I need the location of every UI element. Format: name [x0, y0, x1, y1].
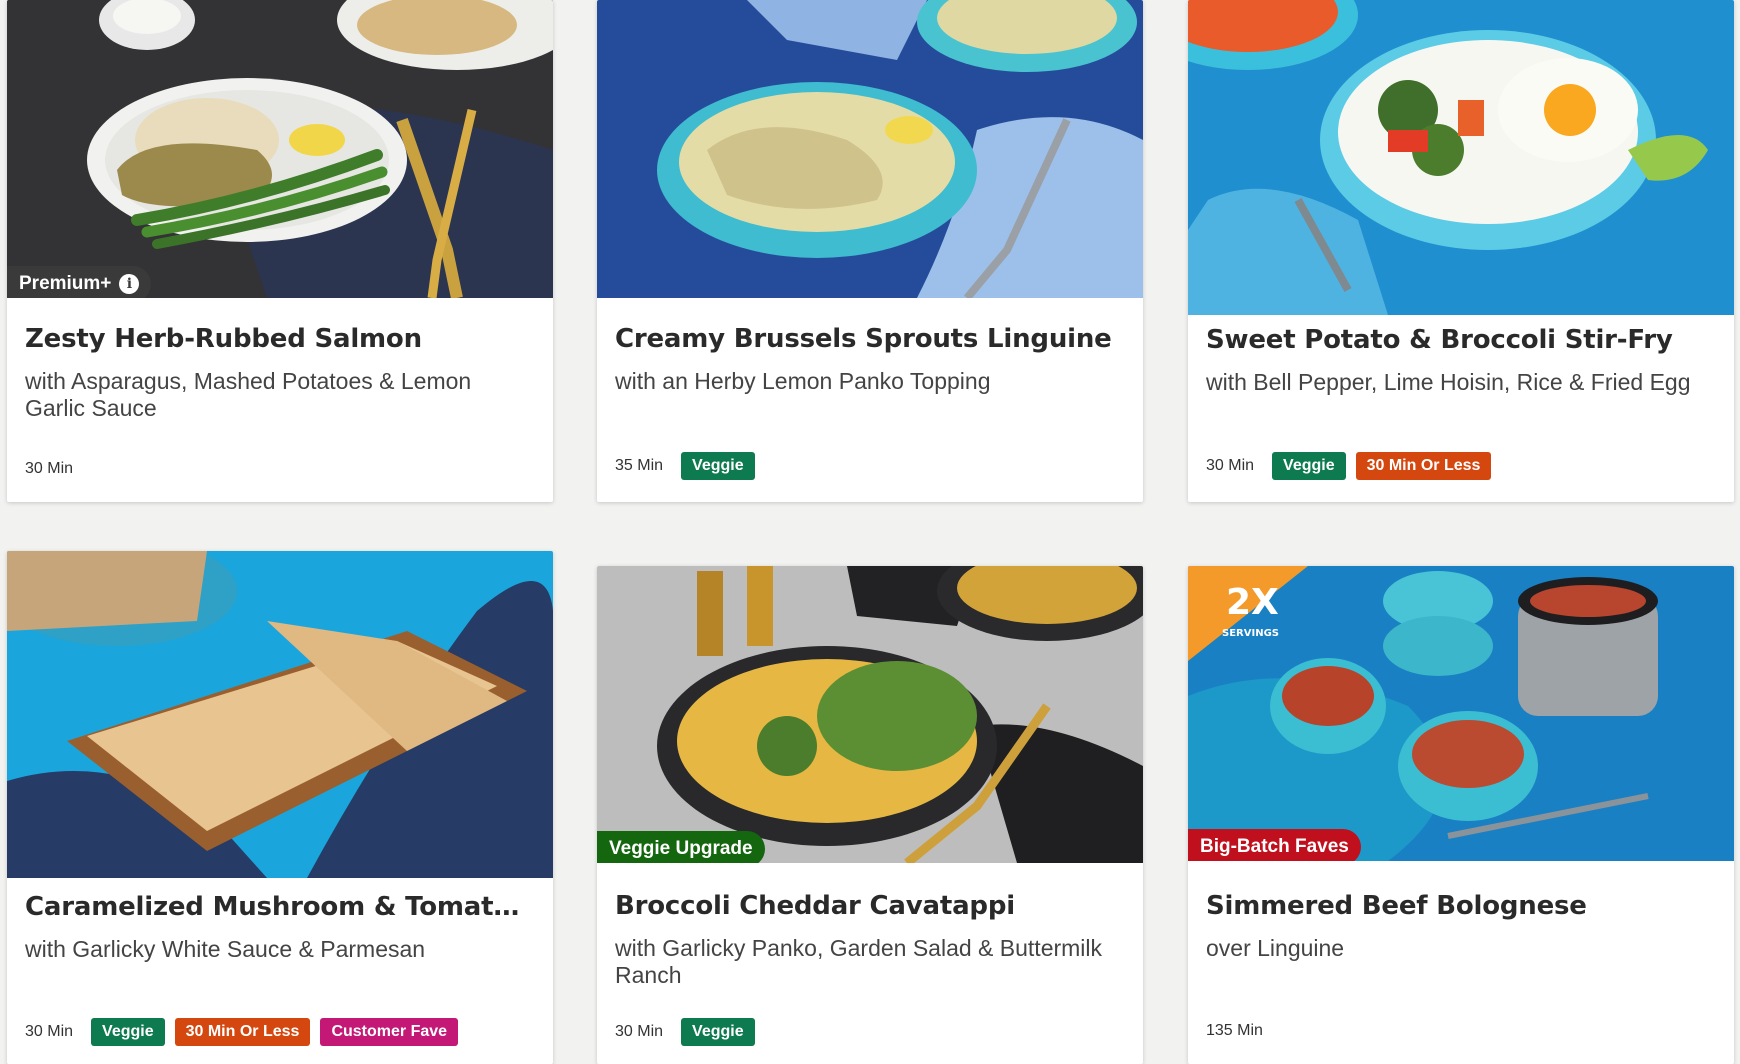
recipe-image[interactable] [597, 0, 1143, 298]
customer-fave-tag: Customer Fave [320, 1018, 459, 1046]
recipe-image[interactable] [1188, 0, 1734, 315]
recipe-details: Zesty Herb-Rubbed Salmon with Asparagus,… [7, 298, 553, 422]
recipe-card[interactable]: Sweet Potato & Broccoli Stir-Fry with Be… [1188, 0, 1734, 502]
recipe-details: Creamy Brussels Sprouts Linguine with an… [597, 298, 1143, 395]
recipe-title[interactable]: Broccoli Cheddar Cavatappi [615, 891, 1125, 921]
cook-time: 30 Min [25, 1023, 74, 1040]
big-batch-badge: Big-Batch Faves [1188, 829, 1361, 861]
recipe-meta: 30 Min [25, 460, 73, 478]
recipe-meta: 30 Min Veggie 30 Min Or Less Customer Fa… [25, 1018, 459, 1046]
quick-tag: 30 Min Or Less [174, 1018, 311, 1046]
recipe-subtitle: over Linguine [1206, 935, 1345, 961]
recipe-meta: 35 Min Veggie [615, 452, 755, 480]
recipe-card[interactable]: Creamy Brussels Sprouts Linguine with an… [597, 0, 1143, 502]
recipe-title[interactable]: Caramelized Mushroom & Tomato Fla... [25, 892, 535, 922]
recipe-title[interactable]: Creamy Brussels Sprouts Linguine [615, 324, 1125, 354]
recipe-image[interactable]: Premium+ i [7, 0, 553, 298]
recipe-image[interactable]: 2X SERVINGS Big-Batch Faves [1188, 566, 1734, 861]
recipe-subtitle: with Bell Pepper, Lime Hoisin, Rice & Fr… [1206, 369, 1691, 395]
recipe-details: Broccoli Cheddar Cavatappi with Garlicky… [597, 863, 1143, 989]
premium-badge-label: Premium+ [19, 273, 112, 294]
cook-time: 135 Min [1206, 1022, 1263, 1039]
recipe-subtitle: with Garlicky White Sauce & Parmesan [25, 936, 426, 962]
veggie-upgrade-badge: Veggie Upgrade [597, 831, 765, 863]
recipe-card[interactable]: Caramelized Mushroom & Tomato Fla... wit… [7, 551, 553, 1064]
recipe-meta: 30 Min Veggie [615, 1018, 755, 1046]
info-icon[interactable]: i [119, 274, 140, 294]
recipe-details: Simmered Beef Bolognese over Linguine [1188, 861, 1734, 962]
recipe-image[interactable]: Veggie Upgrade [597, 566, 1143, 863]
cook-time: 35 Min [615, 457, 664, 474]
cook-time: 30 Min [615, 1023, 664, 1040]
recipe-title[interactable]: Sweet Potato & Broccoli Stir-Fry [1206, 325, 1716, 355]
recipe-details: Sweet Potato & Broccoli Stir-Fry with Be… [1188, 315, 1734, 396]
recipe-grid: Premium+ i Zesty Herb-Rubbed Salmon with… [0, 0, 1740, 1064]
veggie-tag: Veggie [1272, 452, 1346, 480]
veggie-tag: Veggie [91, 1018, 165, 1046]
recipe-title[interactable]: Simmered Beef Bolognese [1206, 891, 1716, 921]
big-batch-label: Big-Batch Faves [1200, 836, 1349, 857]
premium-badge[interactable]: Premium+ i [7, 266, 152, 298]
cook-time: 30 Min [1206, 457, 1255, 474]
recipe-subtitle: with an Herby Lemon Panko Topping [615, 368, 991, 394]
recipe-card[interactable]: 2X SERVINGS Big-Batch Faves Simmered Bee… [1188, 566, 1734, 1064]
servings-small-text: SERVINGS [1222, 628, 1279, 639]
veggie-tag: Veggie [681, 1018, 755, 1046]
recipe-image[interactable] [7, 551, 553, 878]
servings-big-text: 2X [1226, 582, 1279, 623]
recipe-subtitle: with Asparagus, Mashed Potatoes & Lemon … [25, 368, 472, 421]
recipe-title[interactable]: Zesty Herb-Rubbed Salmon [25, 324, 535, 354]
recipe-meta: 135 Min [1206, 1022, 1263, 1040]
veggie-upgrade-label: Veggie Upgrade [609, 838, 753, 859]
quick-tag: 30 Min Or Less [1355, 452, 1492, 480]
recipe-meta: 30 Min Veggie 30 Min Or Less [1206, 452, 1492, 480]
recipe-card[interactable]: Premium+ i Zesty Herb-Rubbed Salmon with… [7, 0, 553, 502]
cook-time: 30 Min [25, 460, 74, 477]
recipe-card[interactable]: Veggie Upgrade Broccoli Cheddar Cavatapp… [597, 566, 1143, 1064]
recipe-subtitle: with Garlicky Panko, Garden Salad & Butt… [615, 935, 1103, 988]
recipe-details: Caramelized Mushroom & Tomato Fla... wit… [7, 878, 553, 963]
veggie-tag: Veggie [681, 452, 755, 480]
